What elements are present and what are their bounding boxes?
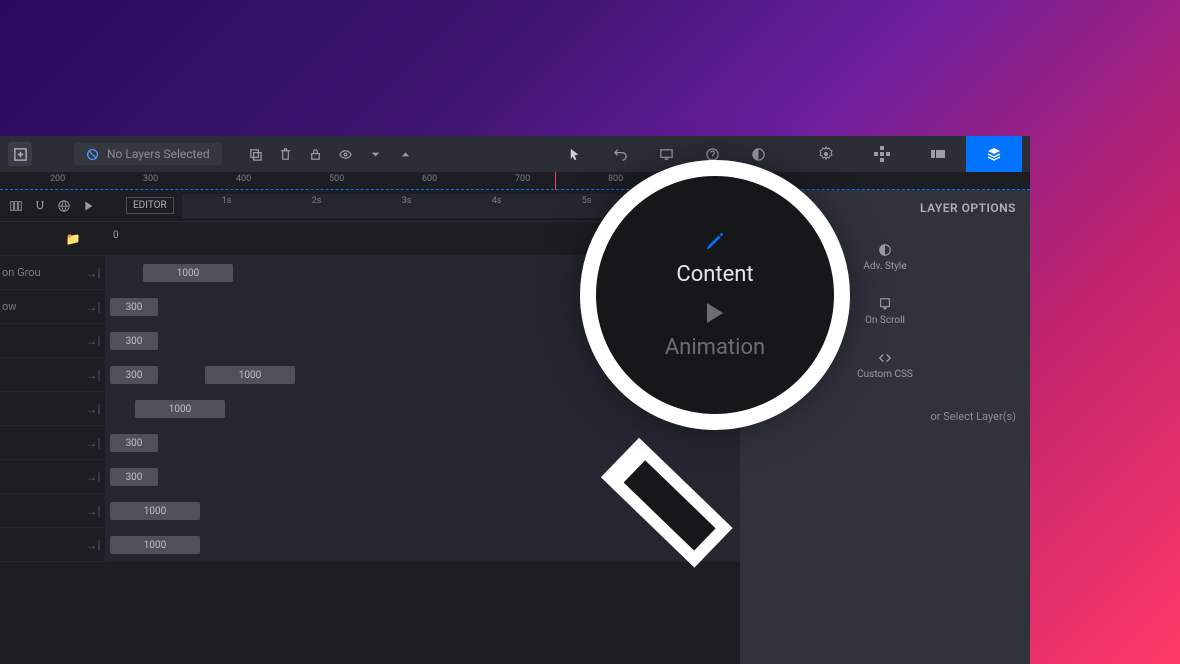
chevron-up-icon[interactable] [394,142,418,166]
arrow-icon[interactable]: →| [82,368,104,382]
timeline-bar[interactable]: 1000 [110,502,200,520]
arrow-icon[interactable]: →| [82,470,104,484]
pointer-icon[interactable] [562,142,586,166]
timeline-rows: 📁 0 on Grou →| 1000 ow →| 300 [0,222,740,664]
tab-gallery[interactable] [910,136,966,172]
timeline-row: →| 1000 [0,494,740,528]
timeline-bar[interactable]: 1000 [110,536,200,554]
timeline-row: →| 300 [0,426,740,460]
timeline-row: on Grou →| 1000 [0,256,740,290]
ruler-tick: 600 [422,174,437,184]
seconds-ruler[interactable]: 1s 2s 3s 4s 5s [182,194,740,218]
trash-icon[interactable] [274,142,298,166]
row-header: 📁 0 [0,222,740,256]
tab-settings[interactable] [798,136,854,172]
timeline-bar[interactable]: 1000 [135,400,225,418]
ruler-tick: 500 [329,174,344,184]
tab-layers[interactable] [966,136,1022,172]
ruler-tick: 300 [143,174,158,184]
timeline-bar[interactable]: 300 [110,468,158,486]
arrow-icon[interactable]: →| [82,266,104,280]
timeline-row: →| 1000 [0,392,740,426]
tab-position[interactable] [854,136,910,172]
timeline-bar[interactable]: 1000 [205,366,295,384]
copy-icon[interactable] [244,142,268,166]
timeline-header: EDITOR 1s 2s 3s 4s 5s [0,190,740,222]
panel-hint: or Select Layer(s) [740,396,1030,437]
arrow-icon[interactable]: →| [82,334,104,348]
playhead[interactable] [555,172,556,190]
option-adv-style[interactable]: Adv. Style [839,230,932,284]
timeline-row: →| 300 [0,324,740,358]
arrow-icon[interactable]: →| [82,402,104,416]
timeline-bar[interactable]: 1000 [143,264,233,282]
help-icon[interactable] [700,142,724,166]
undo-icon[interactable] [608,142,632,166]
lock-icon[interactable] [304,142,328,166]
snap-icon[interactable] [28,194,52,218]
folder-icon[interactable]: 📁 [60,232,86,246]
option-row-1-left[interactable]: os [746,230,839,284]
toolbar: No Layers Selected [0,136,1030,172]
contrast-icon[interactable] [746,142,770,166]
ruler-tick: 900 [701,174,716,184]
ruler-tick: 400 [236,174,251,184]
ruler-tick: 200 [50,174,65,184]
eye-icon[interactable] [334,142,358,166]
timeline-row: →| 1000 [0,528,740,562]
arrow-icon[interactable]: →| [82,538,104,552]
right-tabs [798,136,1022,172]
play-icon[interactable] [76,194,100,218]
chevron-down-icon[interactable] [364,142,388,166]
arrow-icon[interactable]: →| [82,300,104,314]
selection-indicator: No Layers Selected [74,143,222,165]
editor-label: EDITOR [126,197,174,214]
timeline-bar[interactable]: 300 [110,366,158,384]
arrow-icon[interactable]: →| [82,504,104,518]
panel-title: LAYER OPTIONS [740,190,1030,226]
option-custom-css[interactable]: Custom CSS [839,338,932,392]
ruler[interactable]: 200 300 400 500 600 700 800 900 [0,172,1030,190]
arrow-icon[interactable]: →| [82,436,104,450]
ruler-tick: 800 [608,174,623,184]
option-on-scroll[interactable]: On Scroll [839,284,932,338]
ruler-tick: 700 [515,174,530,184]
globe-icon[interactable] [52,194,76,218]
timeline-bar[interactable]: 300 [110,434,158,452]
timeline-bar[interactable]: 300 [110,332,158,350]
zero-marker: 0 [113,230,119,241]
columns-icon[interactable] [4,194,28,218]
timeline-row: →| 300 1000 [0,358,740,392]
timeline-row: ow →| 300 [0,290,740,324]
timeline-bar[interactable]: 300 [110,298,158,316]
selection-label: No Layers Selected [107,147,210,161]
add-button[interactable] [8,142,32,166]
layer-options-panel: LAYER OPTIONS os Adv. Style On Scroll ut… [740,190,1030,664]
option-attributes[interactable]: utes [746,338,839,392]
timeline-row: →| 300 [0,460,740,494]
desktop-icon[interactable] [654,142,678,166]
